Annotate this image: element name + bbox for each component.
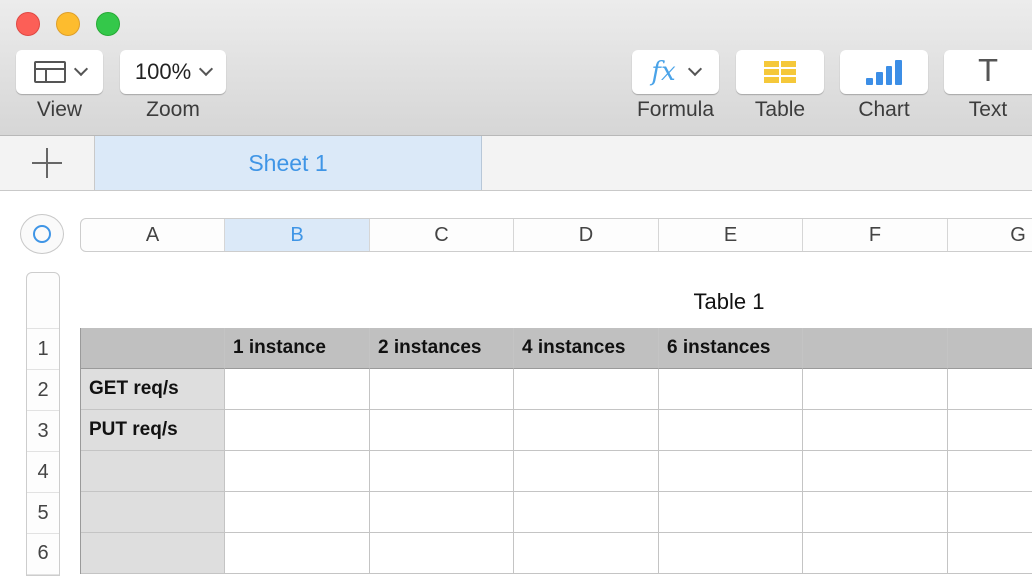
sidebar-layout-icon	[33, 61, 66, 83]
table-cell[interactable]	[803, 410, 948, 451]
column-header-d[interactable]: D	[514, 219, 659, 251]
table-cell[interactable]	[948, 369, 1032, 410]
chevron-down-icon	[687, 61, 702, 77]
table-cell[interactable]	[803, 328, 948, 369]
data-table: 1 instance 2 instances 4 instances 6 ins…	[80, 328, 1032, 574]
close-window-button[interactable]	[16, 12, 40, 36]
view-label: View	[36, 98, 83, 121]
table-cell[interactable]	[225, 533, 370, 574]
row-header-4[interactable]: 4	[27, 452, 59, 493]
column-header-bar: A B C D E F G	[80, 218, 1032, 252]
bar-chart-icon	[866, 59, 902, 85]
zoom-dropdown[interactable]: 100%	[120, 50, 226, 94]
table-cell[interactable]	[514, 492, 659, 533]
table-cell[interactable]	[81, 533, 225, 574]
table-cell[interactable]	[514, 410, 659, 451]
text-button[interactable]: T	[944, 50, 1032, 94]
row-header-5[interactable]: 5	[27, 493, 59, 534]
table-cell[interactable]	[514, 451, 659, 492]
chevron-down-icon	[73, 61, 88, 77]
table-cell[interactable]	[370, 410, 514, 451]
table-cell[interactable]	[803, 533, 948, 574]
table-cell[interactable]	[225, 369, 370, 410]
formula-button[interactable]: fx	[632, 50, 719, 94]
column-header-c[interactable]: C	[370, 219, 514, 251]
circle-handle-icon	[33, 225, 51, 243]
row-header-6[interactable]: 6	[27, 534, 59, 575]
table-cell[interactable]	[514, 533, 659, 574]
table-icon	[764, 61, 796, 83]
table-cell[interactable]	[948, 492, 1032, 533]
table-cell[interactable]	[659, 410, 803, 451]
table-cell[interactable]	[81, 328, 225, 369]
table-cell[interactable]	[81, 492, 225, 533]
table-title[interactable]: Table 1	[624, 289, 834, 315]
table-cell[interactable]: 1 instance	[225, 328, 370, 369]
sheet-canvas: A B C D E F G 1 2 3 4 5 6 Table 1 1 inst…	[0, 192, 1032, 576]
table-header-row: 1 instance 2 instances 4 instances 6 ins…	[81, 328, 1032, 369]
toolbar: View 100% Zoom fx Formula Table Chart T …	[0, 0, 1032, 136]
table-cell[interactable]	[370, 492, 514, 533]
column-header-e[interactable]: E	[659, 219, 803, 251]
table-cell[interactable]	[803, 369, 948, 410]
table-cell[interactable]	[948, 328, 1032, 369]
table-cell[interactable]	[803, 451, 948, 492]
column-header-g[interactable]: G	[948, 219, 1032, 251]
table-cell[interactable]	[225, 492, 370, 533]
table-cell[interactable]	[659, 533, 803, 574]
column-header-f[interactable]: F	[803, 219, 948, 251]
table-cell[interactable]	[370, 533, 514, 574]
table-cell[interactable]	[948, 533, 1032, 574]
table-button[interactable]	[736, 50, 824, 94]
column-header-b[interactable]: B	[225, 219, 370, 251]
table-cell[interactable]	[370, 369, 514, 410]
table-cell[interactable]	[225, 451, 370, 492]
plus-icon	[32, 148, 62, 178]
table-row: PUT req/s	[81, 410, 1032, 451]
tab-sheet-1[interactable]: Sheet 1	[95, 136, 482, 190]
table-row	[81, 451, 1032, 492]
table-cell[interactable]	[81, 451, 225, 492]
table-label: Table	[754, 98, 806, 121]
chart-button[interactable]	[840, 50, 928, 94]
row-header-bar: 1 2 3 4 5 6	[26, 272, 60, 576]
row-header-3[interactable]: 3	[27, 411, 59, 452]
table-row	[81, 492, 1032, 533]
table-cell[interactable]: 6 instances	[659, 328, 803, 369]
zoom-value: 100%	[134, 59, 192, 84]
table-cell[interactable]: 4 instances	[514, 328, 659, 369]
text-t-icon: T	[978, 54, 998, 89]
row-header-1[interactable]: 1	[27, 329, 59, 370]
table-cell[interactable]	[514, 369, 659, 410]
row-header-2[interactable]: 2	[27, 370, 59, 411]
table-cell[interactable]	[370, 451, 514, 492]
table-cell[interactable]	[225, 410, 370, 451]
table-cell[interactable]	[659, 451, 803, 492]
view-button[interactable]	[16, 50, 103, 94]
table-cell[interactable]	[659, 369, 803, 410]
text-label: Text	[968, 98, 1008, 121]
table-row: GET req/s	[81, 369, 1032, 410]
table-cell[interactable]: 2 instances	[370, 328, 514, 369]
table-cell[interactable]	[659, 492, 803, 533]
sheet-tab-bar: Sheet 1	[0, 136, 1032, 191]
table-row	[81, 533, 1032, 574]
table-cell[interactable]	[948, 451, 1032, 492]
table-cell[interactable]	[948, 410, 1032, 451]
formula-fx-icon: fx	[651, 57, 676, 87]
table-cell[interactable]: PUT req/s	[81, 410, 225, 451]
table-cell[interactable]: GET req/s	[81, 369, 225, 410]
minimize-window-button[interactable]	[56, 12, 80, 36]
table-cell[interactable]	[803, 492, 948, 533]
column-header-a[interactable]: A	[81, 219, 225, 251]
add-sheet-button[interactable]	[0, 136, 95, 190]
zoom-window-button[interactable]	[96, 12, 120, 36]
chevron-down-icon	[199, 61, 214, 77]
formula-label: Formula	[636, 98, 715, 121]
select-table-button[interactable]	[20, 214, 64, 254]
title-row-header	[27, 273, 59, 329]
chart-label: Chart	[858, 98, 910, 121]
zoom-label: Zoom	[146, 98, 200, 121]
